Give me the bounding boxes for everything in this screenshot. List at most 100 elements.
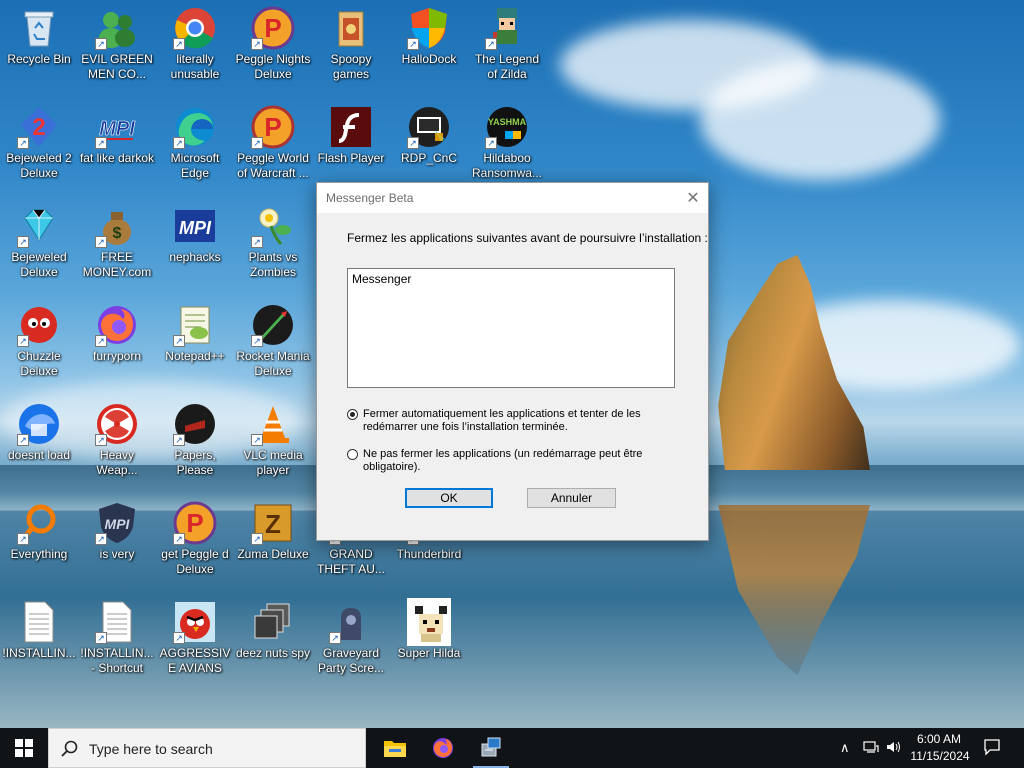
clock-date[interactable]: 11/15/2024 [908, 749, 972, 763]
shortcut-arrow-icon: ↗ [95, 137, 107, 149]
desktop-icon-bejeweled-2[interactable]: 2 ↗ Bejeweled 2 Deluxe [0, 101, 78, 195]
show-hidden-icons[interactable]: ∧ [840, 740, 850, 756]
icon-label: Flash Player [317, 151, 385, 165]
shortcut-arrow-icon: ↗ [95, 335, 107, 347]
icon-label: Peggle Nights Deluxe [235, 52, 311, 81]
desktop-icon-flash-player[interactable]: Flash Player [312, 101, 390, 195]
desktop-icon-free-money[interactable]: $ ↗ FREE MONEY.com [78, 200, 156, 294]
option-close-apps[interactable]: Fermer automatiquement les applications … [347, 408, 647, 436]
desktop-icon-get-peggle[interactable]: P ↗ get Peggle d Deluxe [156, 497, 234, 591]
ok-button[interactable]: OK [405, 488, 493, 508]
shortcut-arrow-icon: ↗ [251, 137, 263, 149]
desktop-icon-heavy-weapon[interactable]: ↗ Heavy Weap... [78, 398, 156, 492]
rdp-icon: ↗ [407, 105, 451, 149]
desktop-icon-notepadpp[interactable]: ↗ Notepad++ [156, 299, 234, 393]
desktop-icon-papers-please[interactable]: ↗ Papers, Please [156, 398, 234, 492]
network-icon[interactable] [863, 740, 879, 757]
applications-list[interactable]: Messenger [347, 268, 675, 388]
icon-label: Bejeweled Deluxe [11, 250, 67, 279]
icon-label: Bejeweled 2 Deluxe [6, 151, 72, 180]
icon-label: RDP_CnC [400, 151, 457, 165]
shortcut-arrow-icon: ↗ [95, 38, 107, 50]
close-icon: ✕ [686, 190, 700, 207]
svg-text:P: P [264, 13, 281, 43]
icon-label: FREE MONEY.com [82, 250, 152, 279]
desktop-icon-bejeweled[interactable]: ↗ Bejeweled Deluxe [0, 200, 78, 294]
desktop-icon-chrome[interactable]: ↗ literally unusable [156, 2, 234, 96]
desktop-icon-peggle-nights[interactable]: P ↗ Peggle Nights Deluxe [234, 2, 312, 96]
svg-text:YASHMA: YASHMA [488, 117, 527, 127]
desktop-icon-microsoft-edge[interactable]: ↗ Microsoft Edge [156, 101, 234, 195]
desktop-icon-evil-green-men[interactable]: ↗ EVIL GREEN MEN CO... [78, 2, 156, 96]
shortcut-arrow-icon: ↗ [95, 533, 107, 545]
taskbar-firefox[interactable] [419, 728, 467, 768]
close-button[interactable]: ✕ [678, 183, 708, 213]
taskbar-search[interactable]: Type here to search [48, 728, 366, 768]
desktop-icon-super-hilda[interactable]: Super Hilda [390, 596, 468, 690]
desktop-icon-is-very[interactable]: MPI ↗ is very [78, 497, 156, 591]
desktop-icon-everything[interactable]: ↗ Everything [0, 497, 78, 591]
desktop-icon-nephacks[interactable]: MPI nephacks [156, 200, 234, 294]
icon-label: Heavy Weap... [96, 448, 138, 477]
graveyard-icon: ↗ [329, 600, 373, 644]
icon-label: Hildaboo Ransomwa... [471, 151, 543, 180]
cancel-button[interactable]: Annuler [527, 488, 616, 508]
radio-close-apps[interactable] [347, 409, 358, 420]
papers-please-icon: ↗ [173, 402, 217, 446]
desktop-icon-doesnt-load[interactable]: ↗ doesnt load [0, 398, 78, 492]
mpi-icon: MPI [173, 204, 217, 248]
desktop-icon-spoopy-games[interactable]: Spoopy games [312, 2, 390, 96]
taskbar-file-explorer[interactable] [371, 728, 419, 768]
shortcut-arrow-icon: ↗ [17, 137, 29, 149]
edge-icon: ↗ [173, 105, 217, 149]
icon-label: get Peggle d Deluxe [161, 547, 229, 576]
radio-keep-apps[interactable] [347, 449, 358, 460]
shortcut-arrow-icon: ↗ [251, 434, 263, 446]
shortcut-arrow-icon: ↗ [251, 533, 263, 545]
start-button[interactable] [0, 728, 48, 768]
clock-time[interactable]: 6:00 AM [915, 732, 963, 746]
svg-text:Z: Z [265, 509, 281, 539]
desktop-icon-hallodock[interactable]: ↗ HalloDock [390, 2, 468, 96]
notepadpp-icon: ↗ [173, 303, 217, 347]
icon-label: VLC media player [243, 448, 303, 477]
flower-icon: ↗ [251, 204, 295, 248]
desktop-icon-chuzzle[interactable]: ↗ Chuzzle Deluxe [0, 299, 78, 393]
desktop-icon-plants-vs-zombies[interactable]: ↗ Plants vs Zombies [234, 200, 312, 294]
desktop-icon-rdp-cnc[interactable]: ↗ RDP_CnC [390, 101, 468, 195]
shortcut-arrow-icon: ↗ [173, 137, 185, 149]
desktop-icon-installing-shortcut[interactable]: ↗ !INSTALLIN... - Shortcut [78, 596, 156, 690]
taskbar-installer[interactable] [467, 728, 515, 768]
notifications-icon[interactable] [983, 738, 1001, 759]
desktop-icon-vlc[interactable]: ↗ VLC media player [234, 398, 312, 492]
diamond-icon: ↗ [17, 204, 61, 248]
thunderbird-icon: ↗ [17, 402, 61, 446]
svg-text:P: P [264, 112, 281, 142]
desktop-icon-aggressive-avians[interactable]: ↗ AGGRESSIVE AVIANS [156, 596, 234, 690]
desktop-icon-zuma[interactable]: Z ↗ Zuma Deluxe [234, 497, 312, 591]
desktop-icon-recycle-bin[interactable]: Recycle Bin [0, 2, 78, 96]
angry-bird-icon: ↗ [173, 600, 217, 644]
chuzzle-icon: ↗ [17, 303, 61, 347]
dialog-titlebar[interactable]: Messenger Beta ✕ [317, 183, 708, 213]
radiation-icon: ↗ [95, 402, 139, 446]
desktop-icon-rocket-mania[interactable]: ↗ Rocket Mania Deluxe [234, 299, 312, 393]
firefox-icon [433, 738, 453, 758]
desktop-icon-graveyard-party[interactable]: ↗ Graveyard Party Scre... [312, 596, 390, 690]
list-item[interactable]: Messenger [352, 272, 411, 286]
peggle-icon: P ↗ [173, 501, 217, 545]
desktop-icon-hildaboo[interactable]: YASHMA ↗ Hildaboo Ransomwa... [468, 101, 546, 195]
desktop-icon-peggle-wow[interactable]: P ↗ Peggle World of Warcraft ... [234, 101, 312, 195]
svg-text:MPI: MPI [105, 516, 131, 532]
desktop-icon-fat-like-darkok[interactable]: MPI ↗ fat like darkok [78, 101, 156, 195]
shortcut-arrow-icon: ↗ [407, 38, 419, 50]
desktop-icon-legend-of-zilda[interactable]: ↗ The Legend of Zilda [468, 2, 546, 96]
volume-icon[interactable] [886, 740, 902, 757]
desktop-icon-deez-nuts-spy[interactable]: deez nuts spy [234, 596, 312, 690]
icon-label: !INSTALLIN... - Shortcut [80, 646, 154, 675]
option-keep-apps[interactable]: Ne pas fermer les applications (un redém… [347, 448, 647, 476]
desktop-icon-furryporn[interactable]: ↗ furryporn [78, 299, 156, 393]
shortcut-arrow-icon: ↗ [407, 137, 419, 149]
vlc-icon: ↗ [251, 402, 295, 446]
desktop-icon-installing[interactable]: !INSTALLIN... [0, 596, 78, 690]
